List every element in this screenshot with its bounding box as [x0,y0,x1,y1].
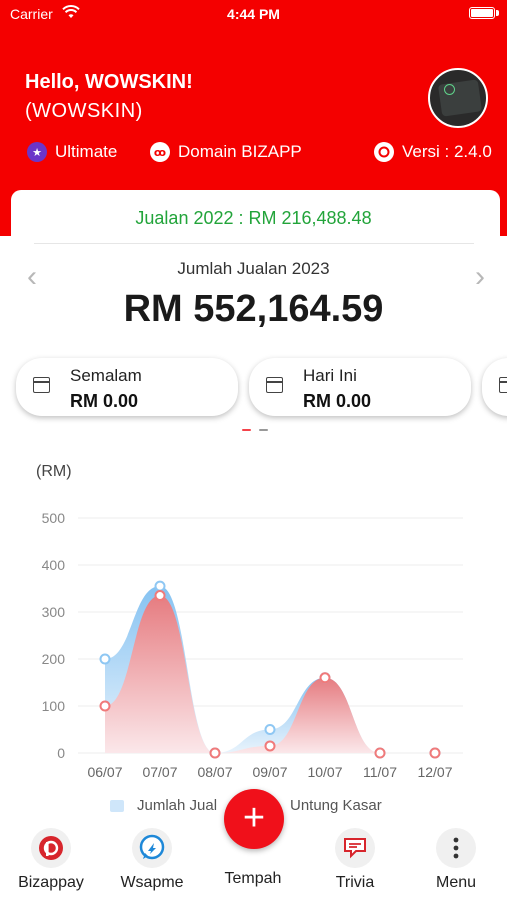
version-badge: Versi : 2.4.0 [374,142,492,162]
y-axis-label: (RM) [36,463,72,480]
divider [34,243,474,244]
data-point[interactable] [319,672,331,684]
sales-chart: (RM) 0 100 200 300 400 500 06/07 07/07 08/07 09/… [36,463,463,780]
data-point[interactable] [154,580,166,592]
battery-icon [469,7,495,19]
data-point[interactable] [264,740,276,752]
x-tick-label: 11/07 [363,764,397,780]
check-icon [444,84,455,95]
nav-tempah[interactable]: Tempah [208,870,298,888]
add-order-button[interactable]: + [224,789,284,849]
data-point[interactable] [209,747,221,759]
y-tick-label: 0 [57,745,65,761]
next-card-peek[interactable] [482,358,507,416]
bizappay-icon [31,828,71,868]
y-tick-label: 100 [42,698,66,714]
legend-label-untung: Untung Kasar [290,797,382,814]
y-tick-label: 500 [42,510,66,526]
version-icon [374,142,394,162]
today-amount: RM 0.00 [303,391,372,411]
profile-avatar[interactable] [428,68,488,128]
data-point[interactable] [264,724,276,735]
x-tick-label: 10/07 [307,764,342,780]
domain-label: Domain BIZAPP [178,142,302,161]
data-point[interactable] [99,700,111,712]
greeting-text: Hello, WOWSKIN! [25,71,193,93]
legend-swatch-jumlah [110,800,124,812]
clock: 4:44 PM [227,6,280,22]
x-tick-label: 06/07 [87,764,122,780]
data-point[interactable] [154,590,166,602]
trivia-icon [335,828,375,868]
x-tick-label: 07/07 [142,764,177,780]
nav-bizappay[interactable]: Bizappay [6,828,96,892]
data-point[interactable] [99,653,111,665]
plan-label: Ultimate [55,142,118,161]
nav-label: Wsapme [120,874,184,891]
domain-badge[interactable]: ꝏ Domain BIZAPP [150,142,302,162]
nav-trivia[interactable]: Trivia [310,828,400,892]
x-tick-label: 12/07 [417,764,452,780]
previous-year-sales: Jualan 2022 : RM 216,488.48 [135,208,372,228]
legend-label-jumlah: Jumlah Jual [137,797,218,814]
calendar-icon [499,377,507,393]
battery-nub [496,10,499,16]
yesterday-amount: RM 0.00 [70,391,139,411]
page-dot-active [242,429,251,431]
series-area [215,677,380,753]
wsapme-icon [132,828,172,868]
company-name: (WOWSKIN) [25,100,143,122]
x-tick-label: 08/07 [197,764,232,780]
nav-wsapme[interactable]: Wsapme [107,828,197,892]
total-sales-title: Jumlah Jualan 2023 [177,259,330,278]
status-bar: Carrier 4:44 PM [0,0,507,28]
more-vertical-icon [436,828,476,868]
y-tick-label: 400 [42,557,66,573]
nav-label: Tempah [224,870,282,887]
yesterday-label: Semalam [70,366,142,385]
version-label: Versi : 2.4.0 [402,142,492,161]
yesterday-card[interactable]: Semalam RM 0.00 [16,358,238,416]
nav-label: Bizappay [18,874,84,891]
domain-icon: ꝏ [150,142,170,162]
data-point[interactable] [374,747,386,759]
nav-label: Trivia [335,874,375,891]
calendar-icon [266,377,283,393]
today-label: Hari Ini [303,366,357,385]
dashboard-screen: Carrier 4:44 PM Hello, WOWSKIN! (WOWSKIN… [0,0,507,900]
nav-menu[interactable]: Menu [411,828,501,892]
y-tick-label: 300 [42,604,66,620]
today-card[interactable]: Hari Ini RM 0.00 [249,358,471,416]
nav-label: Menu [435,874,477,891]
total-sales-value: RM 552,164.59 [123,288,384,330]
calendar-icon [33,377,50,393]
x-tick-label: 09/07 [252,764,287,780]
star-icon: ★ [27,142,47,162]
y-tick-label: 200 [42,651,66,667]
account-badges: ★ Ultimate ꝏ Domain BIZAPP Versi : 2.4.0 [0,142,507,168]
plan-badge[interactable]: ★ Ultimate [27,142,117,162]
page-dot [259,429,268,431]
data-point[interactable] [429,747,441,759]
page-indicator [242,429,272,432]
